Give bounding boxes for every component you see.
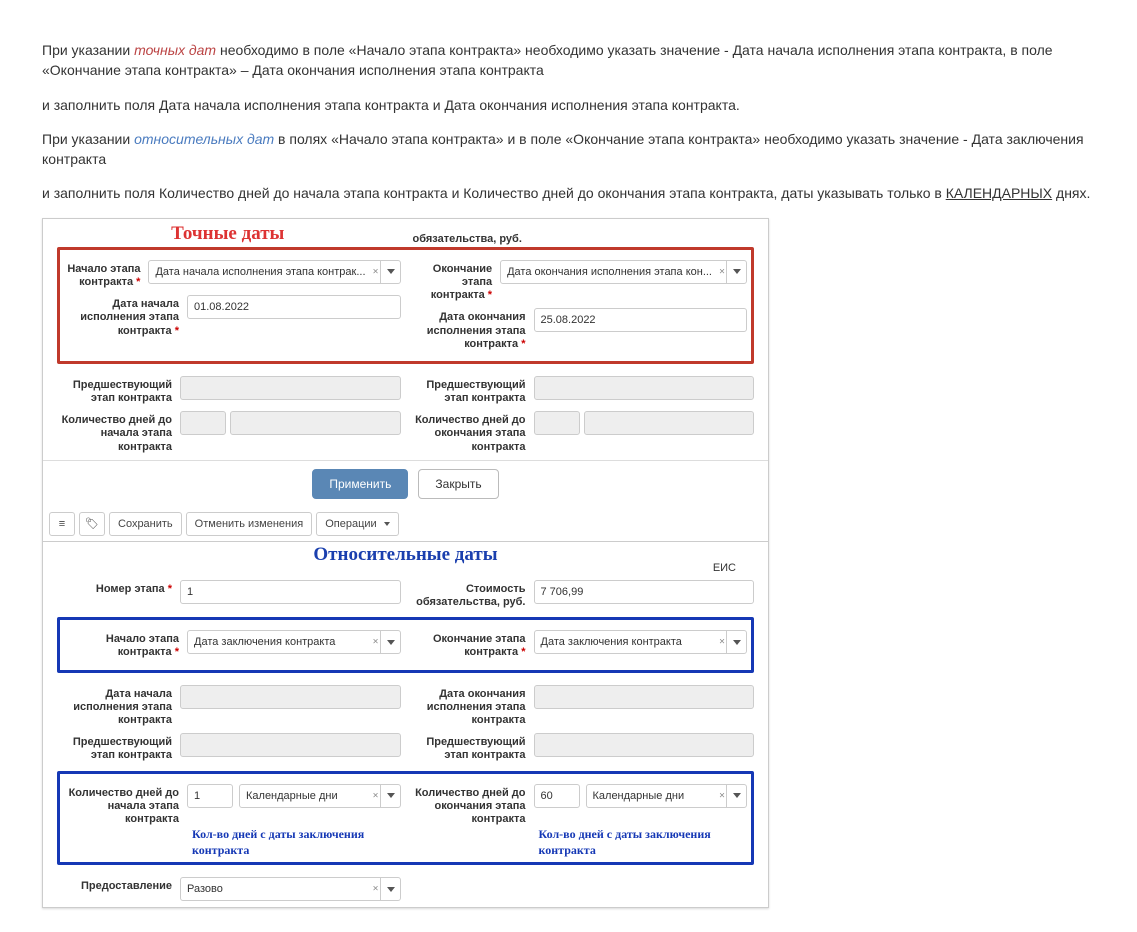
- label-cost: Стоимость обязательства, руб.: [411, 580, 526, 609]
- menu-icon[interactable]: ≡: [49, 512, 75, 536]
- text: При указании: [42, 131, 134, 147]
- label-start-date: Дата начала исполнения этапа контракта: [64, 295, 179, 338]
- label-days-end: Количество дней до окончания этапа контр…: [411, 784, 526, 827]
- annotation-days-from-contract: Кол-во дней с даты заключения контракта: [539, 827, 711, 857]
- chevron-down-icon[interactable]: [380, 877, 401, 901]
- input-prev-stage: [534, 733, 755, 757]
- input-end-date[interactable]: 25.08.2022: [534, 308, 748, 332]
- text: днях.: [1052, 185, 1090, 201]
- input-days-start-type: [230, 411, 401, 435]
- screenshot-exact-dates: Точные даты обязательства, руб. Начало э…: [42, 218, 769, 908]
- clear-icon[interactable]: ×: [373, 884, 379, 895]
- tag-icon[interactable]: 🏷: [79, 512, 105, 536]
- select-end-stage[interactable]: Дата окончания исполнения этапа кон... ×: [500, 260, 747, 284]
- clear-icon[interactable]: ×: [373, 790, 379, 801]
- highlight-box-relative-days: Количество дней до начала этапа контракт…: [57, 771, 754, 866]
- input-days-end[interactable]: 60: [534, 784, 580, 808]
- operations-dropdown[interactable]: Операции: [316, 512, 398, 536]
- label-prev-stage: Предшествующий этап контракта: [57, 376, 172, 405]
- input-days-start: [180, 411, 226, 435]
- clear-icon[interactable]: ×: [373, 637, 379, 648]
- input-start-date: [180, 685, 401, 709]
- underline-calendar: КАЛЕНДАРНЫХ: [946, 185, 1052, 201]
- paragraph-3: При указании относительных дат в полях «…: [42, 129, 1113, 170]
- input-days-end: [534, 411, 580, 435]
- label-stage-number: Номер этапа: [57, 580, 172, 596]
- save-button[interactable]: Сохранить: [109, 512, 182, 536]
- highlight-box-relative-start-end: Начало этапа контракта Дата заключения к…: [57, 617, 754, 672]
- paragraph-1: При указании точных дат необходимо в пол…: [42, 40, 1113, 81]
- clear-icon[interactable]: ×: [719, 266, 725, 277]
- cancel-changes-button[interactable]: Отменить изменения: [186, 512, 313, 536]
- input-days-end-type: [584, 411, 755, 435]
- select-value: Дата заключения контракта: [187, 630, 401, 654]
- text: При указании: [42, 42, 134, 58]
- annotation-days-from-contract: Кол-во дней с даты заключения контракта: [192, 827, 364, 857]
- label-end-stage: Окончание этапа контракта: [411, 630, 526, 659]
- select-start-stage[interactable]: Дата заключения контракта ×: [187, 630, 401, 654]
- select-value: Дата окончания исполнения этапа кон...: [500, 260, 747, 284]
- label-prev-stage: Предшествующий этап контракта: [411, 733, 526, 762]
- chevron-down-icon[interactable]: [726, 784, 747, 808]
- chevron-down-icon[interactable]: [726, 260, 747, 284]
- label-provision: Предоставление: [57, 877, 172, 893]
- chevron-down-icon[interactable]: [380, 630, 401, 654]
- label-prev-stage: Предшествующий этап контракта: [57, 733, 172, 762]
- label-start-date: Дата начала исполнения этапа контракта: [57, 685, 172, 728]
- toolbar: ≡ 🏷 Сохранить Отменить изменения Операци…: [43, 507, 768, 542]
- input-stage-number[interactable]: 1: [180, 580, 401, 604]
- clear-icon[interactable]: ×: [719, 637, 725, 648]
- label-end-date: Дата окончания исполнения этапа контракт…: [411, 308, 526, 351]
- input-days-start[interactable]: 1: [187, 784, 233, 808]
- paragraph-2: и заполнить поля Дата начала исполнения …: [42, 95, 1113, 115]
- label-days-end: Количество дней до окончания этапа контр…: [411, 411, 526, 454]
- clear-icon[interactable]: ×: [719, 790, 725, 801]
- label-prev-stage: Предшествующий этап контракта: [411, 376, 526, 405]
- input-prev-stage: [534, 376, 755, 400]
- close-button[interactable]: Закрыть: [418, 469, 498, 499]
- obligation-cost-label: обязательства, руб.: [413, 233, 755, 245]
- text: и заполнить поля Количество дней до нача…: [42, 185, 946, 201]
- select-end-stage[interactable]: Дата заключения контракта ×: [534, 630, 748, 654]
- select-provision[interactable]: Разово ×: [180, 877, 401, 901]
- emphasis-exact-dates: точных дат: [134, 42, 216, 58]
- apply-button[interactable]: Применить: [312, 469, 408, 499]
- screenshot-title-exact: Точные даты: [57, 219, 399, 245]
- select-days-start-type[interactable]: Календарные дни ×: [239, 784, 401, 808]
- input-start-date[interactable]: 01.08.2022: [187, 295, 401, 319]
- label-start-stage: Начало этапа контракта: [64, 260, 140, 289]
- input-cost[interactable]: 7 706,99: [534, 580, 755, 604]
- label-days-start: Количество дней до начала этапа контракт…: [64, 784, 179, 827]
- paragraph-4: и заполнить поля Количество дней до нача…: [42, 183, 1113, 203]
- select-days-end-type[interactable]: Календарные дни ×: [586, 784, 748, 808]
- label-end-date: Дата окончания исполнения этапа контракт…: [411, 685, 526, 728]
- chevron-down-icon[interactable]: [726, 630, 747, 654]
- input-end-date: [534, 685, 755, 709]
- chevron-down-icon[interactable]: [380, 784, 401, 808]
- select-value: Дата начала исполнения этапа контрак...: [148, 260, 400, 284]
- emphasis-relative-dates: относительных дат: [134, 131, 274, 147]
- input-prev-stage: [180, 733, 401, 757]
- label-start-stage: Начало этапа контракта: [64, 630, 179, 659]
- select-start-stage[interactable]: Дата начала исполнения этапа контрак... …: [148, 260, 400, 284]
- clear-icon[interactable]: ×: [373, 266, 379, 277]
- button-bar: Применить Закрыть: [43, 460, 768, 507]
- chevron-down-icon[interactable]: [380, 260, 401, 284]
- highlight-box-exact: Начало этапа контракта Дата начала испол…: [57, 247, 754, 364]
- label-days-start: Количество дней до начала этапа контракт…: [57, 411, 172, 454]
- select-value: Дата заключения контракта: [534, 630, 748, 654]
- label-end-stage: Окончание этапа контракта: [411, 260, 493, 303]
- input-prev-stage: [180, 376, 401, 400]
- select-value: Разово: [180, 877, 401, 901]
